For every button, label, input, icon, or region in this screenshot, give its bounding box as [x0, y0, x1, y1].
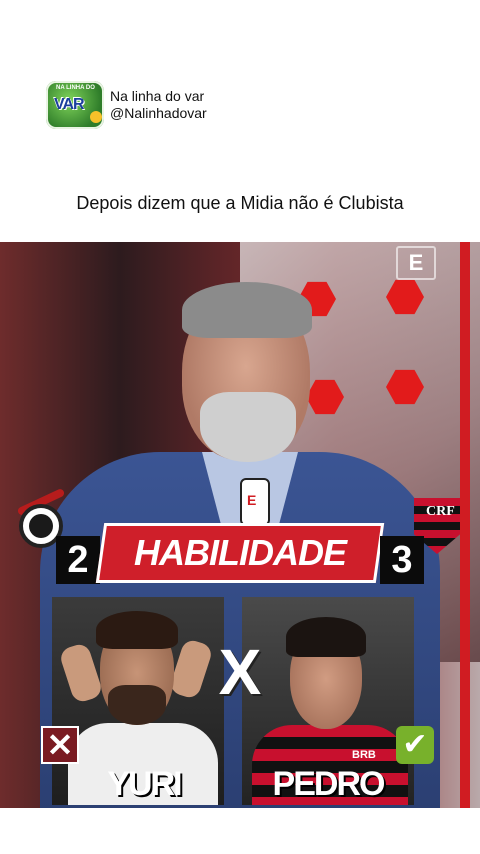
channel-logo: NA LINHA DO VAR — [46, 81, 104, 129]
mic-logo: E — [247, 492, 257, 508]
crest-letters: CRF — [426, 504, 455, 519]
presenter-beard — [200, 392, 296, 462]
presenter-hair — [182, 282, 312, 338]
logo-top-text: NA LINHA DO — [56, 85, 95, 91]
cross-icon: ✕ — [41, 726, 79, 764]
profile-text: Na linha do var @Nalinhadovar — [110, 88, 207, 122]
profile-name[interactable]: Na linha do var — [110, 88, 207, 105]
bottom-spacer — [0, 808, 480, 854]
sponsor-label: BRB — [352, 749, 376, 761]
profile-handle[interactable]: @Nalinhadovar — [110, 105, 207, 122]
score-right: 3 — [380, 536, 424, 584]
espn-icon: E — [396, 246, 436, 280]
post-caption: Depois dizem que a Midia não é Clubista — [76, 193, 404, 213]
player-name-left: YURI ALBERTO — [107, 765, 182, 803]
check-icon: ✔ — [396, 726, 434, 764]
score-left: 2 — [56, 536, 100, 584]
logo-var-text: VAR — [54, 96, 85, 113]
ball-icon — [90, 111, 102, 123]
category-title: HABILIDADE — [134, 532, 347, 573]
player-name-right: PEDRO — [272, 765, 386, 803]
red-stripe — [460, 242, 470, 808]
video-frame[interactable]: E E CRF 2 HABILIDADE 3 BRB X ✕ ✔ YURI AL… — [0, 242, 480, 808]
profile-header[interactable]: NA LINHA DO VAR Na linha do var @Nalinha… — [46, 80, 207, 130]
microphone-icon: E — [240, 478, 270, 526]
versus-mark: X — [218, 636, 262, 708]
